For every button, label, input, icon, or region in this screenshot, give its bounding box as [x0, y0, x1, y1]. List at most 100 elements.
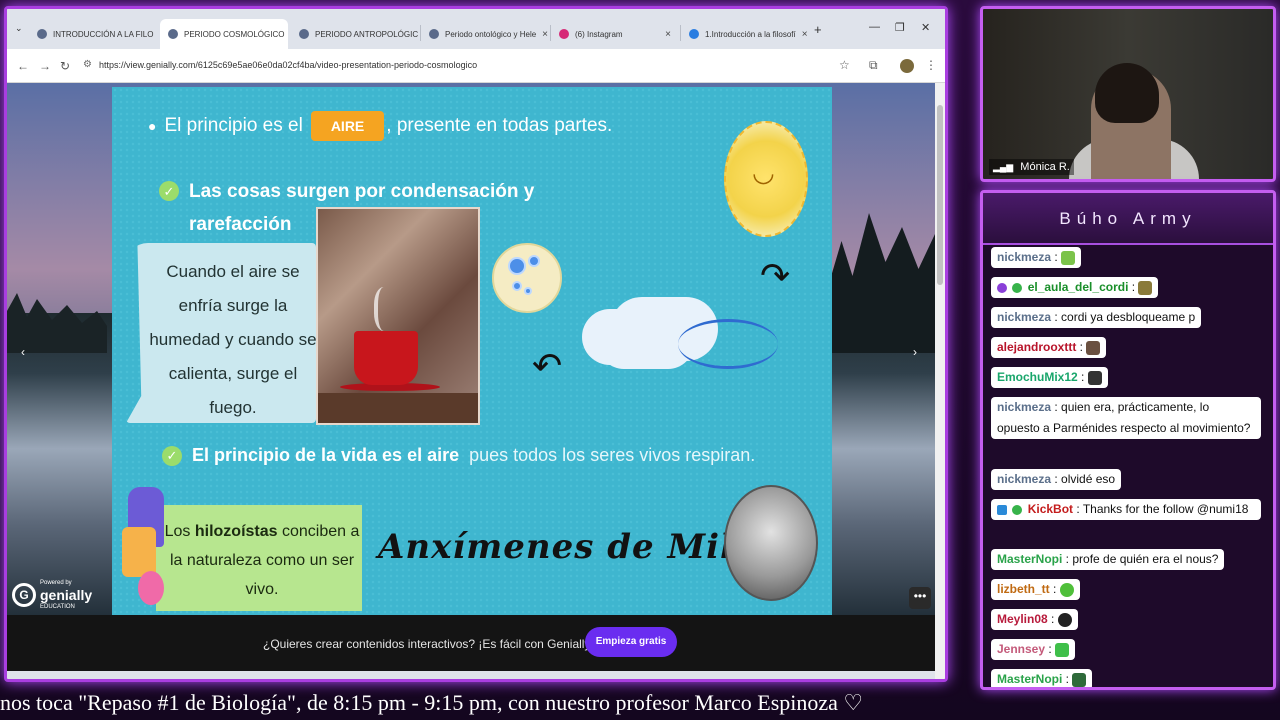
tab-introduccion-filosofia[interactable]: 1.Introducción a la filosofí × — [681, 19, 809, 49]
close-tab-icon[interactable]: × — [542, 29, 548, 40]
tab-introduccion[interactable]: INTRODUCCIÓN A LA FILO × — [29, 19, 157, 49]
start-free-button[interactable]: Empieza gratis — [585, 627, 677, 657]
forward-icon[interactable]: → — [39, 59, 51, 73]
tab-favicon-icon — [299, 29, 309, 39]
table-illustration — [318, 393, 478, 423]
bookmark-star-icon[interactable]: ☆ — [839, 58, 850, 72]
tab-label: INTRODUCCIÓN A LA FILO — [53, 29, 154, 39]
check-icon: ✓ — [159, 181, 179, 201]
scrollbar-thumb[interactable] — [937, 105, 943, 285]
red-cup-illustration — [354, 331, 418, 385]
chat-username: alejandrooxttt — [997, 340, 1077, 354]
tab-periodo-antropologico[interactable]: PERIODO ANTROPOLÓGIC × — [291, 19, 419, 49]
chat-message: nickmeza : quien era, prácticamente, lo … — [991, 397, 1261, 439]
browser-window: ⌄ INTRODUCCIÓN A LA FILO × PERIODO COSMO… — [4, 6, 948, 682]
more-options-button[interactable]: ••• — [909, 587, 931, 609]
chat-username: el_aula_del_cordi — [1027, 280, 1129, 294]
tab-favicon-icon — [37, 29, 47, 39]
curved-arrow-icon: ↶ — [532, 345, 563, 386]
chat-username: MasterNopi — [997, 552, 1063, 566]
reload-icon[interactable]: ↻ — [60, 59, 70, 73]
close-tab-icon[interactable]: × — [802, 29, 808, 40]
previous-slide-icon[interactable]: ‹ — [21, 345, 25, 359]
close-window-icon[interactable]: ✕ — [921, 21, 930, 34]
url-field[interactable]: https://view.genially.com/6125c69e5ae06e… — [99, 60, 477, 70]
aire-badge: AIRE — [310, 111, 385, 141]
chat-message: KickBot : Thanks for the follow @numi18 — [991, 499, 1261, 520]
page-viewport: ‹ › ● El principio es el AIRE , presente… — [7, 83, 935, 615]
profile-avatar[interactable] — [900, 59, 914, 73]
curved-arrow-icon: ↷ — [760, 255, 791, 296]
tab-favicon-icon — [689, 29, 699, 39]
chat-username: EmochuMix12 — [997, 370, 1078, 384]
chat-text: Thanks for the follow @numi18 — [1082, 502, 1249, 516]
wind-illustration — [678, 319, 778, 369]
chat-text: profe de quién era el nous? — [1072, 552, 1219, 566]
bullet3-plain: pues todos los seres vivos respiran. — [469, 445, 756, 465]
bullet-principle: ● El principio es el AIRE , presente en … — [148, 111, 612, 141]
chat-message: MasterNopi : — [991, 669, 1093, 687]
tab-periodo-ontologico[interactable]: Periodo ontológico y Hele × — [421, 19, 549, 49]
chat-header: Búho Army — [983, 193, 1273, 245]
tab-search-icon[interactable]: ⌄ — [15, 23, 23, 34]
bullet3-bold: El principio de la vida es el aire — [192, 445, 460, 465]
site-info-icon[interactable]: ⚙ — [83, 59, 92, 70]
chat-username: Meylin08 — [997, 612, 1048, 626]
maximize-icon[interactable]: ❐ — [895, 21, 905, 34]
minimize-icon[interactable]: — — [869, 21, 880, 33]
chat-message: alejandrooxttt : — [991, 337, 1107, 358]
emote-icon — [1086, 340, 1101, 355]
bubble-illustration — [512, 281, 522, 291]
genially-g-icon: G — [12, 583, 36, 607]
signal-bars-icon: ▂▄▆ — [993, 162, 1014, 172]
presentation-slide: ● El principio es el AIRE , presente en … — [112, 87, 832, 615]
chat-username: nickmeza — [997, 250, 1052, 264]
page-scrollbar[interactable] — [935, 83, 945, 679]
announcement-ticker: nos toca "Repaso #1 de Biología", de 8:1… — [0, 690, 864, 715]
chat-message: Jennsey : — [991, 639, 1076, 660]
tab-label: PERIODO ANTROPOLÓGIC — [315, 29, 419, 39]
chat-username: lizbeth_tt — [997, 582, 1050, 596]
chat-message: nickmeza : cordi ya desbloqueame p — [991, 307, 1202, 328]
bullet-life-principle: ✓ El principio de la vida es el aire pue… — [162, 445, 755, 466]
emote-icon — [1087, 370, 1102, 385]
menu-kebab-icon[interactable]: ⋮ — [925, 58, 937, 72]
water-bubbles-illustration — [492, 243, 562, 313]
genially-wordmark: Powered by genially EDUCATION — [40, 577, 92, 613]
bullet1-suffix: , presente en todas partes. — [386, 115, 613, 136]
emote-icon — [1057, 612, 1072, 627]
close-tab-icon[interactable]: × — [665, 29, 671, 40]
stream-overlay: ⌄ INTRODUCCIÓN A LA FILO × PERIODO COSMO… — [0, 0, 1280, 720]
address-bar: ← → ↻ ⚙ https://view.genially.com/6125c6… — [7, 49, 945, 83]
bubble-illustration — [524, 287, 532, 295]
chat-message: EmochuMix12 : — [991, 367, 1108, 388]
webcam-feed: ▂▄▆ Mónica R. — [980, 6, 1276, 182]
bubble-text: Cuando el aire se enfría surge la humeda… — [149, 262, 317, 417]
new-tab-icon[interactable]: + — [814, 22, 822, 37]
tab-label: PERIODO COSMOLÓGICO — [184, 29, 285, 39]
bot-badge-icon — [997, 504, 1007, 515]
chat-message: nickmeza : olvidé eso — [991, 469, 1122, 490]
tab-instagram[interactable]: (6) Instagram × — [551, 19, 679, 49]
tab-favicon-icon — [168, 29, 178, 39]
extensions-icon[interactable]: ⧉ — [869, 58, 878, 73]
chat-message: lizbeth_tt : — [991, 579, 1080, 600]
promo-text: ¿Quieres crear contenidos interactivos? … — [263, 637, 594, 651]
chat-username: MasterNopi — [997, 672, 1063, 686]
verified-badge-icon — [1012, 504, 1023, 515]
bullet1-prefix: El principio es el — [164, 115, 303, 136]
next-slide-icon[interactable]: › — [913, 345, 917, 359]
green-bold: hilozoístas — [194, 523, 278, 540]
person-shape — [122, 527, 156, 577]
presenter-name-tag: ▂▄▆ Mónica R. — [989, 159, 1074, 175]
chat-message: MasterNopi : profe de quién era el nous? — [991, 549, 1225, 570]
background-trees — [825, 213, 935, 353]
philosopher-bust-image — [724, 485, 818, 601]
tab-periodo-cosmologico[interactable]: PERIODO COSMOLÓGICO × — [160, 19, 288, 49]
back-icon[interactable]: ← — [17, 59, 29, 73]
steam-illustration — [374, 287, 398, 331]
genially-logo[interactable]: G Powered by genially EDUCATION — [12, 577, 92, 613]
chat-panel: Búho Army nickmeza : el_aula_del_cordi :… — [980, 190, 1276, 690]
smiley-face-icon: ◡ — [752, 157, 775, 187]
verified-badge-icon — [1012, 282, 1023, 293]
